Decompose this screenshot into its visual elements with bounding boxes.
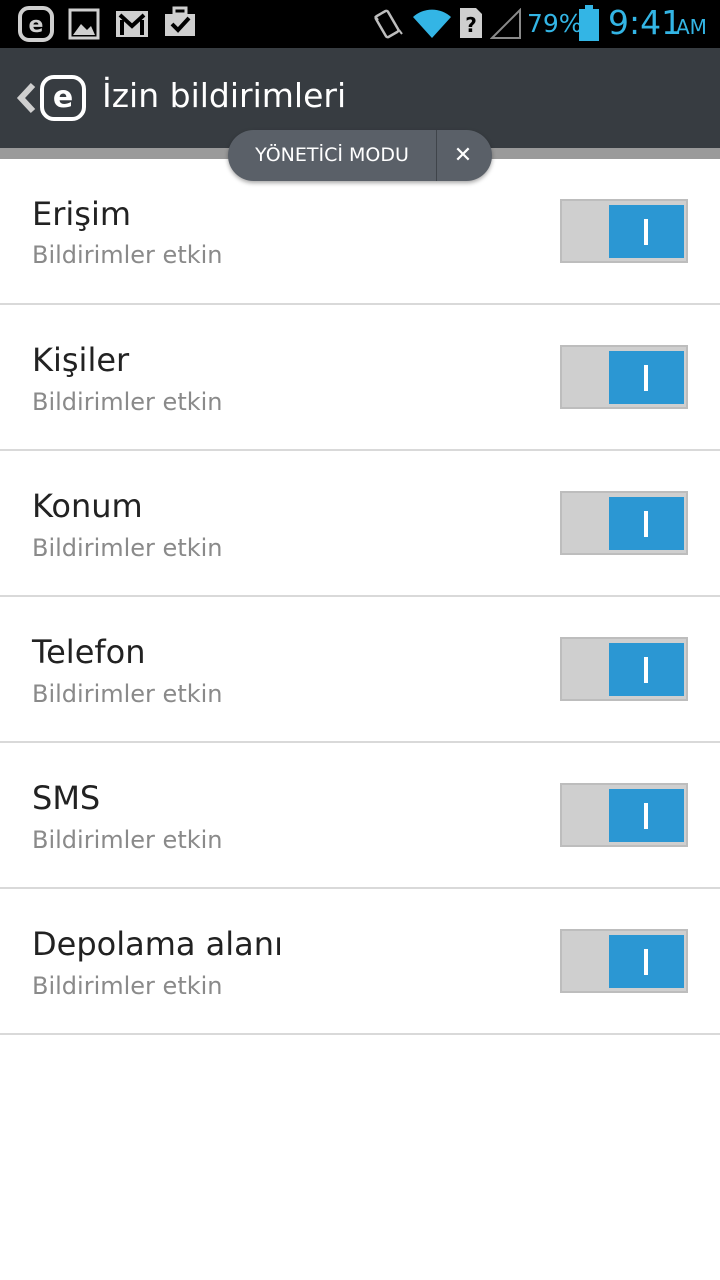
no-sim-icon: ? [460, 8, 482, 38]
svg-text:e: e [29, 13, 44, 38]
page-title: İzin bildirimleri [102, 76, 347, 115]
toggle-on-knob [609, 643, 684, 696]
notification-toggle[interactable] [560, 345, 688, 409]
logo-letter: e [52, 80, 74, 115]
list-item-telefon[interactable]: Telefon Bildirimler etkin [0, 597, 720, 743]
list-item-subtitle: Bildirimler etkin [32, 534, 223, 562]
list-item-subtitle: Bildirimler etkin [32, 972, 223, 1000]
image-icon [68, 8, 100, 40]
list-item-subtitle: Bildirimler etkin [32, 241, 223, 269]
toggle-on-mark [644, 219, 648, 245]
list-item-title: Konum [32, 487, 143, 525]
eset-logo-icon[interactable]: e [40, 75, 86, 121]
toggle-on-mark [644, 365, 648, 391]
back-chevron-icon[interactable] [14, 79, 38, 117]
toggle-on-knob [609, 935, 684, 988]
toggle-on-mark [644, 949, 648, 975]
list-item-konum[interactable]: Konum Bildirimler etkin [0, 451, 720, 597]
toggle-on-knob [609, 351, 684, 404]
toggle-on-mark [644, 657, 648, 683]
list-item-title: SMS [32, 779, 101, 817]
battery-icon [579, 5, 599, 41]
clock-ampm: AM [676, 15, 707, 39]
list-item-subtitle: Bildirimler etkin [32, 680, 223, 708]
notification-toggle[interactable] [560, 637, 688, 701]
clock-time: 9:41 [608, 3, 683, 42]
toggle-on-knob [609, 789, 684, 842]
toggle-on-mark [644, 803, 648, 829]
list-item-title: Depolama alanı [32, 925, 283, 963]
vibrate-icon [374, 9, 403, 39]
list-item-sms[interactable]: SMS Bildirimler etkin [0, 743, 720, 889]
briefcase-check-icon [165, 6, 195, 36]
notification-toggle[interactable] [560, 199, 688, 263]
permission-list: Erişim Bildirimler etkin Kişiler Bildiri… [0, 159, 720, 1035]
toggle-on-knob [609, 497, 684, 550]
signal-icon [490, 8, 521, 39]
gmail-icon [116, 11, 148, 37]
list-item-kisiler[interactable]: Kişiler Bildirimler etkin [0, 305, 720, 451]
notification-toggle[interactable] [560, 929, 688, 993]
notification-toggle[interactable] [560, 491, 688, 555]
list-item-title: Kişiler [32, 341, 130, 379]
list-item-subtitle: Bildirimler etkin [32, 826, 223, 854]
list-item-title: Telefon [32, 633, 146, 671]
notification-toggle[interactable] [560, 783, 688, 847]
toggle-on-mark [644, 511, 648, 537]
list-item-title: Erişim [32, 195, 131, 233]
list-item-subtitle: Bildirimler etkin [32, 388, 223, 416]
battery-percent: 79% [527, 9, 583, 38]
status-bar: e ? 79% 9:41 AM [0, 0, 720, 48]
list-item-erisim[interactable]: Erişim Bildirimler etkin [0, 159, 720, 305]
toggle-on-knob [609, 205, 684, 258]
list-item-depolama-alani[interactable]: Depolama alanı Bildirimler etkin [0, 889, 720, 1035]
svg-text:?: ? [465, 13, 477, 37]
wifi-icon [413, 9, 451, 38]
eset-notification-icon: e [18, 6, 54, 42]
